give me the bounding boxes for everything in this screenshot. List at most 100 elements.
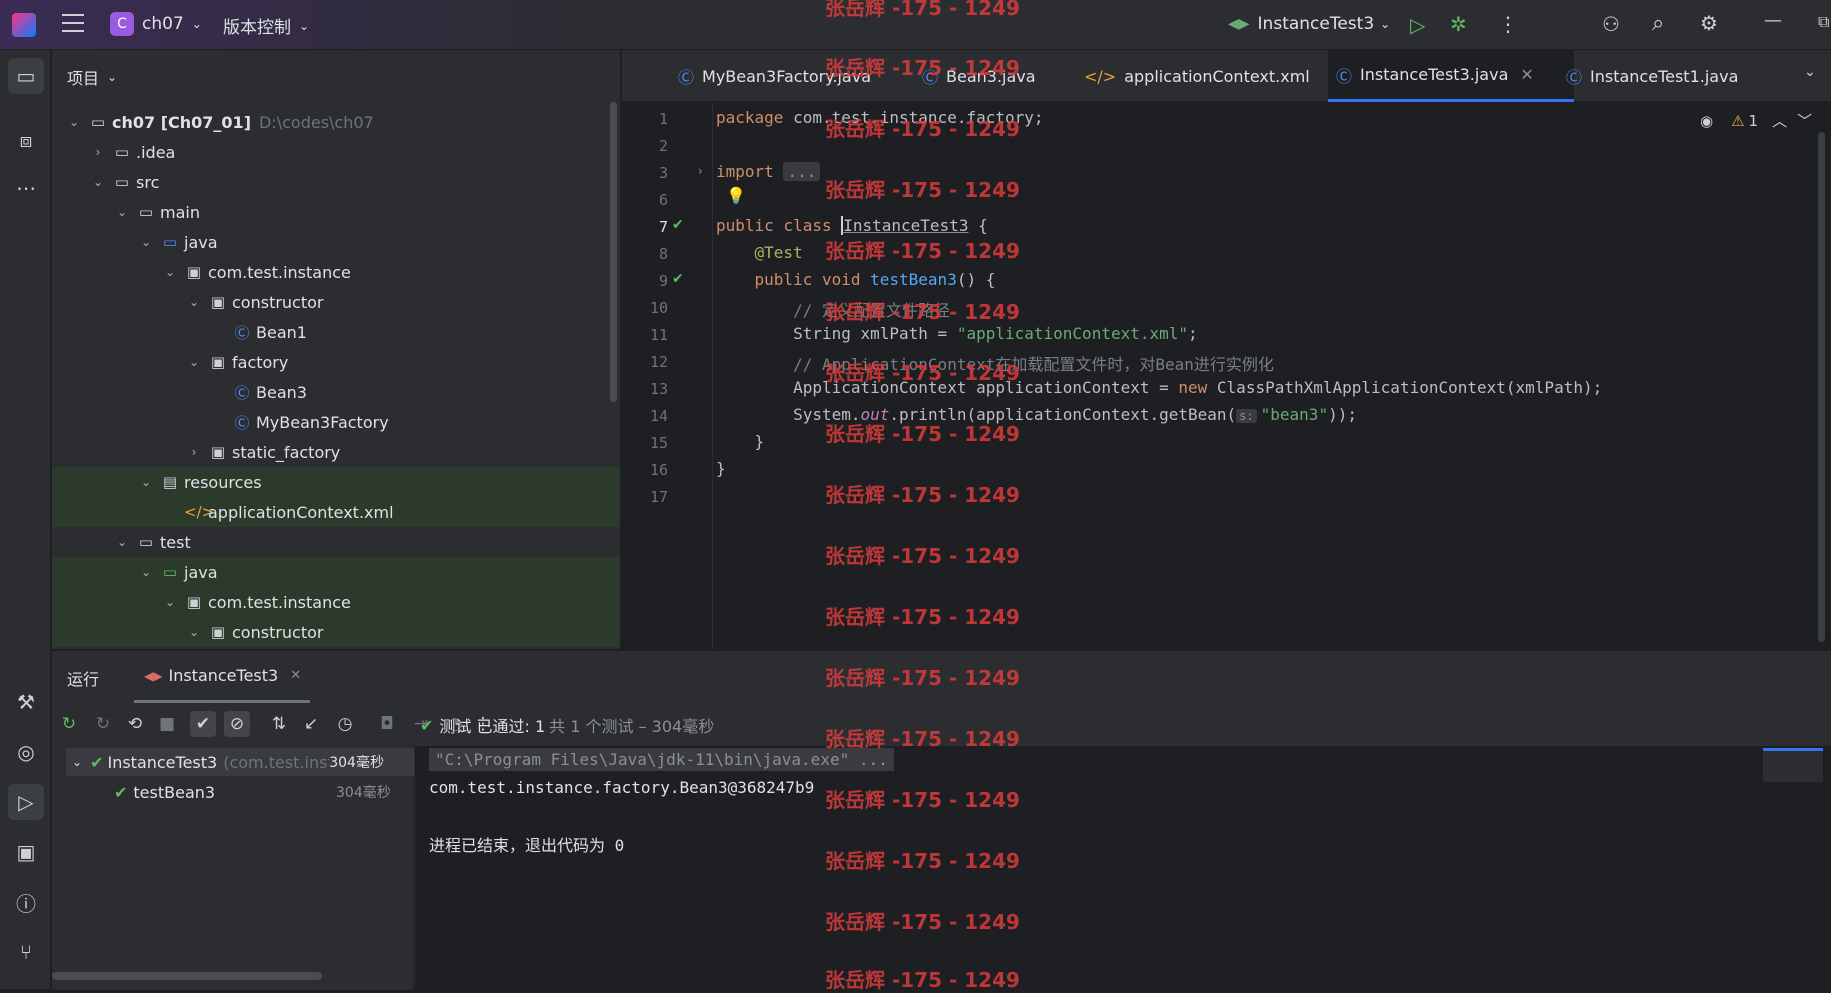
code-line-3: import ... xyxy=(716,162,821,181)
test-tree-time: 304毫秒 xyxy=(329,755,384,771)
app-logo-icon[interactable] xyxy=(12,13,36,37)
chevron-down-icon: ⌄ xyxy=(299,18,310,33)
test-tree-root[interactable]: ⌄ ✔ InstanceTest3 (com.test.inst 304毫秒 xyxy=(66,748,414,776)
package-icon: ▣ xyxy=(210,623,226,641)
tree-item-java[interactable]: ⌄ ▭ java xyxy=(52,227,620,257)
tree-item-main[interactable]: ⌄ ▭ main xyxy=(52,197,620,227)
rerun-failed-icon[interactable]: ↻ xyxy=(90,711,116,737)
debug-icon[interactable]: ✲ xyxy=(1450,12,1467,36)
git-icon[interactable]: ⑂ xyxy=(8,934,44,970)
history-icon[interactable]: ◷ xyxy=(332,711,358,737)
chevron-right-icon: › xyxy=(95,145,101,159)
class-icon: Ⓒ xyxy=(234,383,250,402)
tree-item-test-constructor[interactable]: ⌄ ▣ constructor xyxy=(52,617,620,647)
tab-instancetest1[interactable]: Ⓒ InstanceTest1.java xyxy=(1558,50,1746,102)
editor-scrollbar[interactable] xyxy=(1818,132,1825,642)
tab-mybean3factory[interactable]: Ⓒ MyBean3Factory.java xyxy=(670,50,879,102)
close-tab-icon[interactable]: ✕ xyxy=(1520,65,1533,84)
services-icon[interactable]: ◎ xyxy=(8,734,44,770)
tab-bean3[interactable]: Ⓒ Bean3.java xyxy=(914,50,1044,102)
toggle-auto-test-icon[interactable]: ⟲ xyxy=(122,711,148,737)
test-status-text: 测试 已通过: 1 xyxy=(439,717,546,736)
add-user-icon[interactable]: ⚇ xyxy=(1602,12,1620,36)
tab-label: InstanceTest3.java xyxy=(1360,65,1509,84)
run-config-selector[interactable]: ◀▶ InstanceTest3 ⌄ xyxy=(1228,14,1390,34)
console-output[interactable]: "C:\Program Files\Java\jdk-11\bin\java.e… xyxy=(415,746,1831,990)
chevron-down-icon: ⌄ xyxy=(140,565,152,579)
test-tree-item[interactable]: ✔ testBean3 304毫秒 xyxy=(114,778,414,806)
code-line-14: System.out.println(applicationContext.ge… xyxy=(716,405,1357,424)
tree-item-bean3[interactable]: Ⓒ Bean3 xyxy=(52,377,620,407)
tab-appcontext-xml[interactable]: </> applicationContext.xml xyxy=(1076,50,1318,102)
rerun-icon[interactable]: ↻ xyxy=(56,711,82,737)
settings-icon[interactable]: ⚙ xyxy=(1700,11,1718,35)
line-number: 13 xyxy=(649,380,668,398)
tree-item-static-factory[interactable]: › ▣ static_factory xyxy=(52,437,620,467)
chevron-down-icon[interactable]: ﹀ xyxy=(1797,110,1812,131)
minimize-icon[interactable]: — xyxy=(1764,10,1782,31)
project-switcher[interactable]: C ch07 ⌄ xyxy=(110,12,202,36)
run-tool-icon[interactable]: ▷ xyxy=(8,784,44,820)
tree-item-factory[interactable]: ⌄ ▣ factory xyxy=(52,347,620,377)
screenshot-icon[interactable]: ◘ xyxy=(374,711,400,737)
main-menu-icon[interactable] xyxy=(62,14,84,32)
code-token: } xyxy=(716,459,726,478)
tab-instancetest3[interactable]: Ⓒ InstanceTest3.java ✕ xyxy=(1328,50,1574,102)
project-scrollbar[interactable] xyxy=(610,102,617,402)
more-icon[interactable]: ⋮ xyxy=(1498,12,1518,36)
tree-item-label: resources xyxy=(184,472,262,492)
inspection-widget[interactable]: ◉ ⚠ 1 ︿ ﹀ xyxy=(1700,110,1812,131)
vcs-menu[interactable]: 版本控制 ⌄ xyxy=(223,13,309,38)
tree-item-package[interactable]: ⌄ ▣ com.test.instance xyxy=(52,257,620,287)
code-token: System. xyxy=(793,405,861,424)
import-tests-icon[interactable]: ↙ xyxy=(298,711,324,737)
tree-item-test-package[interactable]: ⌄ ▣ com.test.instance xyxy=(52,587,620,617)
tabs-dropdown-icon[interactable]: ⌄ xyxy=(1804,64,1816,80)
run-icon[interactable]: ▷ xyxy=(1410,13,1425,37)
tree-item-root[interactable]: ⌄ ▭ ch07 [Ch07_01] D:\codes\ch07 xyxy=(52,107,620,137)
chevron-up-icon[interactable]: ︿ xyxy=(1772,110,1787,131)
project-folder-icon[interactable]: ▭ xyxy=(8,58,44,94)
tree-item-test-java[interactable]: ⌄ ▭ java xyxy=(52,557,620,587)
structure-icon[interactable]: ⧈ xyxy=(8,122,44,158)
chevron-down-icon: ⌄ xyxy=(116,205,128,219)
tree-item-appcontext-xml[interactable]: </> applicationContext.xml xyxy=(52,497,620,527)
chevron-down-icon: ⌄ xyxy=(188,625,200,639)
chevron-right-icon: › xyxy=(191,445,197,459)
sort-icon[interactable]: ⇅ xyxy=(266,711,292,737)
code-token: } xyxy=(754,432,765,451)
code-editor[interactable]: ◉ ⚠ 1 ︿ ﹀ 1 2 3 6 7 8 9 10 11 12 13 14 1… xyxy=(622,102,1831,649)
show-ignored-icon[interactable]: ⊘ xyxy=(224,711,250,737)
stop-icon[interactable]: ■ xyxy=(154,711,180,737)
close-tab-icon[interactable]: ✕ xyxy=(290,668,301,683)
run-tab[interactable]: ◀▶ InstanceTest3 ✕ xyxy=(134,651,310,703)
more-tools-icon[interactable]: ⋯ xyxy=(8,170,44,206)
tab-label: Bean3.java xyxy=(946,66,1036,86)
test-tree-scrollbar[interactable] xyxy=(52,972,322,980)
search-icon[interactable]: ⌕ xyxy=(1652,11,1664,36)
project-panel-header[interactable]: 项目 ⌄ xyxy=(52,50,620,104)
tree-item-resources[interactable]: ⌄ ▤ resources xyxy=(52,467,620,497)
tree-item-test[interactable]: ⌄ ▭ test xyxy=(52,527,620,557)
fold-icon[interactable]: › xyxy=(698,164,703,178)
terminal-icon[interactable]: ▣ xyxy=(8,834,44,870)
reader-mode-icon[interactable]: ◉ xyxy=(1700,112,1713,130)
code-token: String xmlPath = xyxy=(793,324,957,343)
tree-item-bean1[interactable]: Ⓒ Bean1 xyxy=(52,317,620,347)
lightbulb-icon[interactable]: 💡 xyxy=(726,186,746,205)
restore-icon[interactable]: ⧉ xyxy=(1818,12,1829,32)
tree-item-mybean3factory[interactable]: Ⓒ MyBean3Factory xyxy=(52,407,620,437)
code-token: // ApplicationContext在加载配置文件时，对Bean进行实例化 xyxy=(793,355,1274,374)
tree-item-src[interactable]: ⌄ ▭ src xyxy=(52,167,620,197)
tree-item-constructor[interactable]: ⌄ ▣ constructor xyxy=(52,287,620,317)
tree-item-path: D:\codes\ch07 xyxy=(259,112,374,132)
problems-icon[interactable]: ⓘ xyxy=(8,884,44,920)
run-test-gutter-icon[interactable]: ✔ xyxy=(672,217,684,233)
folded-imports[interactable]: ... xyxy=(783,162,821,181)
build-icon[interactable]: ⚒ xyxy=(8,684,44,720)
tree-item-idea[interactable]: › ▭ .idea xyxy=(52,137,620,167)
code-token: ClassPathXmlApplicationContext(xmlPath); xyxy=(1207,378,1603,397)
package-icon: ▣ xyxy=(210,353,226,371)
show-passed-icon[interactable]: ✔ xyxy=(190,711,216,737)
run-test-gutter-icon[interactable]: ✔ xyxy=(672,271,684,287)
